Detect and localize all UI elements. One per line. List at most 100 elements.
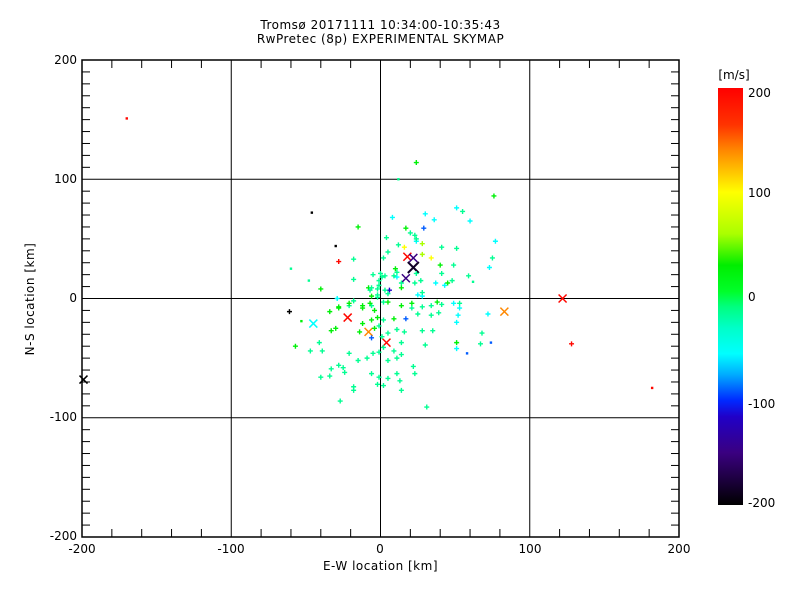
x-tick-label: 200 <box>667 542 691 556</box>
data-point <box>369 371 375 377</box>
data-point <box>457 305 463 311</box>
data-point <box>454 319 460 325</box>
data-point <box>412 232 418 238</box>
data-point <box>369 317 375 323</box>
data-point <box>398 352 404 358</box>
x-tick-label: -200 <box>68 542 96 556</box>
y-tick-label: -100 <box>49 410 77 424</box>
data-point <box>449 278 455 284</box>
data-point <box>419 328 425 334</box>
data-point <box>428 303 434 309</box>
data-point <box>477 341 483 347</box>
colorbar-tick-label: 200 <box>748 86 771 100</box>
data-point <box>351 384 357 390</box>
data-point <box>402 252 412 262</box>
data-point <box>289 267 293 270</box>
data-point <box>327 309 333 315</box>
data-point <box>466 273 472 279</box>
data-point <box>310 211 314 214</box>
colorbar-gradient <box>718 88 743 505</box>
data-point <box>385 375 391 381</box>
data-point <box>360 303 366 309</box>
data-point <box>336 362 342 368</box>
plot-area <box>78 59 680 538</box>
data-point <box>380 383 386 389</box>
data-point <box>369 293 375 299</box>
data-point <box>355 224 361 230</box>
data-point <box>382 273 388 279</box>
data-point <box>336 304 342 310</box>
y-axis-title: N-S location [km] <box>23 242 37 356</box>
data-point <box>385 291 391 297</box>
data-point <box>351 387 357 393</box>
data-point <box>376 323 382 329</box>
data-point <box>492 238 498 244</box>
data-point <box>364 327 374 337</box>
data-point <box>375 381 381 387</box>
data-point <box>394 371 400 377</box>
data-point <box>364 355 370 361</box>
data-point <box>454 340 460 346</box>
data-point <box>398 303 404 309</box>
colorbar-title: [m/s] <box>718 68 750 82</box>
data-point <box>398 280 404 286</box>
data-point <box>419 304 425 310</box>
data-point <box>343 313 353 323</box>
data-point <box>318 374 324 380</box>
data-point <box>376 278 382 284</box>
data-point <box>367 300 373 306</box>
data-point <box>428 255 434 261</box>
data-point <box>439 301 445 307</box>
data-point <box>398 387 404 393</box>
data-point <box>318 286 324 292</box>
data-point <box>378 270 383 276</box>
y-tick-label: -200 <box>49 529 77 543</box>
data-point <box>351 298 357 304</box>
data-point <box>412 371 418 377</box>
data-point <box>403 316 409 322</box>
data-point <box>421 225 427 231</box>
data-point <box>379 274 385 280</box>
data-point <box>467 218 473 224</box>
data-point <box>457 300 463 306</box>
data-point <box>360 321 366 327</box>
data-point <box>385 358 391 364</box>
plot-subtitle: RwPretec (8p) EXPERIMENTAL SKYMAP <box>256 32 505 46</box>
data-point <box>379 334 385 340</box>
data-point <box>376 282 382 288</box>
data-point <box>334 244 337 248</box>
data-point <box>307 348 313 354</box>
data-point <box>424 404 430 410</box>
data-point <box>401 273 411 283</box>
data-point <box>369 285 375 291</box>
data-point <box>381 338 392 348</box>
data-point <box>372 307 378 313</box>
x-tick-label: -100 <box>217 542 245 556</box>
data-point <box>307 279 311 282</box>
data-point <box>383 235 389 241</box>
data-point <box>471 280 475 284</box>
data-point <box>454 346 460 352</box>
data-point <box>385 299 391 305</box>
data-point <box>394 355 400 361</box>
data-point <box>380 255 386 261</box>
data-point <box>334 296 340 301</box>
data-point <box>355 358 361 364</box>
data-point <box>489 341 493 344</box>
data-point <box>370 272 376 278</box>
data-point <box>430 328 436 334</box>
data-point <box>395 242 401 248</box>
data-point <box>342 369 348 375</box>
data-point <box>380 299 386 305</box>
data-point <box>375 286 381 292</box>
data-point <box>398 340 404 346</box>
data-point <box>308 319 318 329</box>
data-point <box>346 300 352 306</box>
data-point <box>407 230 413 236</box>
data-point <box>376 374 382 380</box>
data-point <box>385 249 391 255</box>
colorbar-tick-label: 0 <box>748 290 756 304</box>
data-point <box>650 386 654 390</box>
data-point <box>394 274 400 280</box>
data-point <box>328 366 334 372</box>
